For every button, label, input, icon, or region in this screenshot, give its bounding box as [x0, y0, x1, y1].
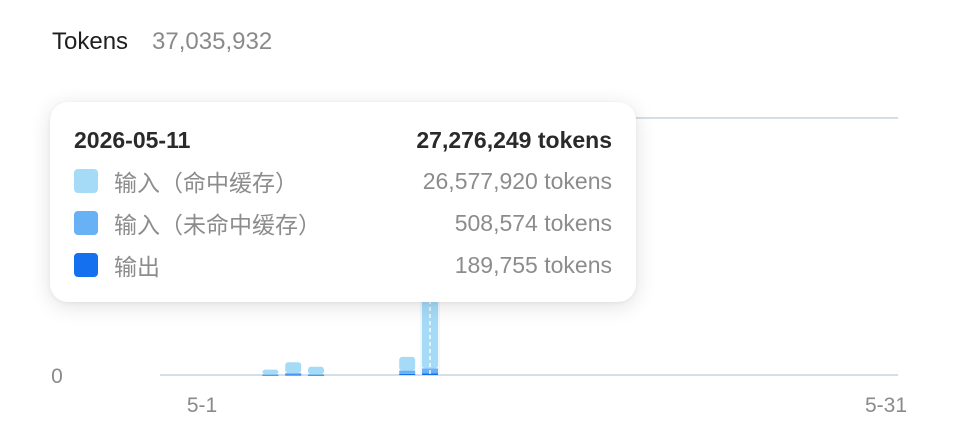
- tooltip-row-output: 输出 189,755 tokens: [74, 244, 612, 286]
- cache-hit-label: 输入（命中缓存）: [114, 170, 298, 196]
- chart-tooltip: 2026-05-11 27,276,249 tokens 输入（命中缓存） 26…: [50, 102, 636, 302]
- bar-segment: [399, 373, 416, 375]
- cache-hit-value: 26,577,920 tokens: [422, 167, 612, 194]
- x-tick-label: 5-31: [865, 394, 907, 417]
- bar-segment: [262, 374, 279, 376]
- y-tick-label: 0: [51, 365, 63, 388]
- tooltip-row-cache-hit: 输入（命中缓存） 26,577,920 tokens: [74, 160, 612, 202]
- bar-segment: [399, 356, 416, 371]
- bar-segment: [399, 370, 416, 374]
- bar-segment: [285, 373, 302, 375]
- cache-miss-label: 输入（未命中缓存）: [114, 212, 321, 238]
- x-tick-label: 5-1: [187, 394, 217, 417]
- output-value: 189,755 tokens: [454, 251, 612, 278]
- bar-segment: [262, 369, 279, 375]
- cache-hit-swatch: [74, 169, 98, 193]
- tooltip-header: 2026-05-11 27,276,249 tokens: [74, 120, 612, 160]
- tooltip-date: 2026-05-11: [74, 126, 191, 153]
- cache-miss-value: 508,574 tokens: [454, 209, 612, 236]
- bar-segment: [308, 374, 324, 376]
- output-label: 输出: [114, 254, 160, 280]
- cache-miss-swatch: [74, 211, 98, 235]
- bar-segment: [285, 362, 302, 374]
- bar-segment: [285, 374, 302, 376]
- tooltip-row-cache-miss: 输入（未命中缓存） 508,574 tokens: [74, 202, 612, 244]
- output-swatch: [74, 253, 98, 277]
- bar-segment: [308, 366, 324, 375]
- tooltip-total: 27,276,249 tokens: [416, 126, 612, 153]
